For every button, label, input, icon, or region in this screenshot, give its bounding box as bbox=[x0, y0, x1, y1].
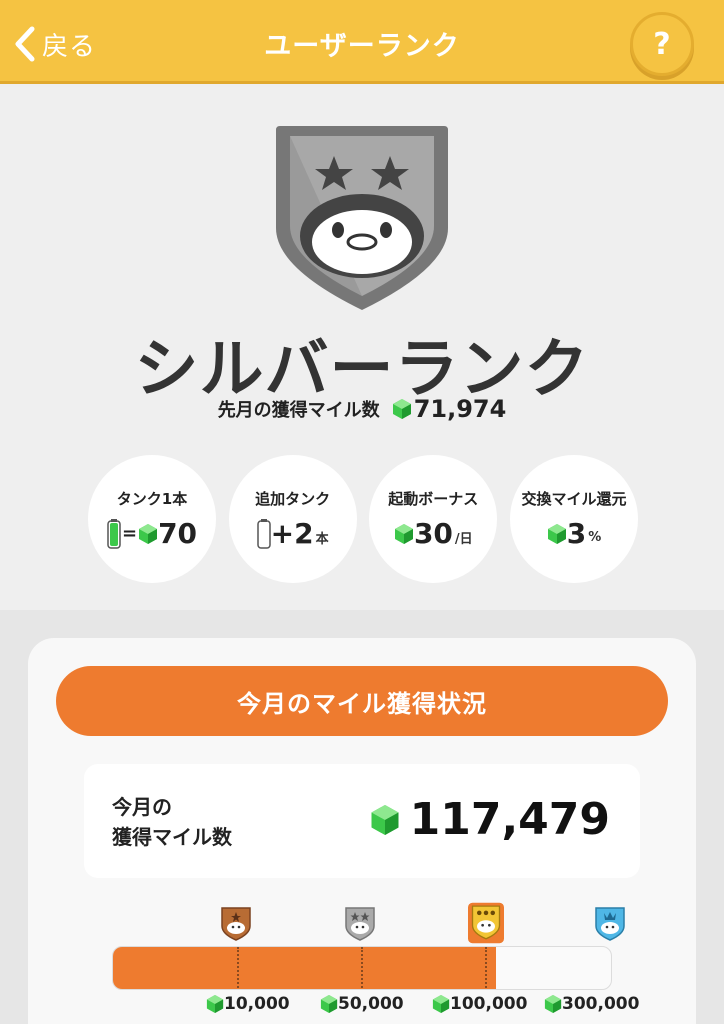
threshold-tick bbox=[485, 947, 487, 989]
gold-rank-icon bbox=[468, 902, 504, 944]
monthly-miles-value: 117,479 bbox=[409, 794, 610, 845]
monthly-miles: 117,479 bbox=[370, 794, 610, 845]
gem-icon bbox=[139, 523, 158, 544]
perk-unit: 本 bbox=[315, 532, 329, 547]
monthly-miles-label-line1: 今月の bbox=[112, 795, 172, 819]
threshold-value: 300,000 bbox=[562, 994, 640, 1014]
last-month-value: 71,974 bbox=[413, 395, 507, 423]
user-rank-screen: 戻る ユーザーランク ? シルバーランク 先月の獲得マイル数 71,974 タン… bbox=[0, 0, 724, 1024]
threshold-label-silver: 50,000 bbox=[320, 994, 404, 1014]
rank-progress-bar bbox=[112, 946, 612, 990]
silver-penguin-badge-icon bbox=[276, 126, 448, 310]
page-title: ユーザーランク bbox=[264, 31, 460, 62]
silver-rank-icon bbox=[345, 907, 375, 941]
header-bar: 戻る ユーザーランク ? bbox=[0, 0, 724, 84]
threshold-label-gold: 100,000 bbox=[432, 994, 527, 1014]
last-month-label: 先月の獲得マイル数 bbox=[217, 400, 380, 421]
perk-unit: % bbox=[588, 530, 602, 545]
gem-icon bbox=[320, 995, 338, 1013]
perk-title: タンク1本 bbox=[116, 490, 188, 508]
equals-sign: = bbox=[121, 523, 138, 544]
threshold-label-platinum: 300,000 bbox=[544, 994, 639, 1014]
threshold-value: 100,000 bbox=[450, 994, 528, 1014]
monthly-miles-label: 今月の 獲得マイル数 bbox=[112, 792, 232, 852]
gem-icon bbox=[394, 523, 413, 544]
threshold-value: 50,000 bbox=[338, 994, 404, 1014]
perk-list: タンク1本 = 70 追加タンク +2 本 起動ボーナス 30 /日 交換マイル… bbox=[88, 455, 638, 585]
threshold-tick bbox=[237, 947, 239, 989]
perk-title: 交換マイル還元 bbox=[521, 490, 627, 508]
gem-icon bbox=[371, 804, 399, 835]
help-button[interactable]: ? bbox=[630, 12, 694, 76]
monthly-miles-label-line2: 獲得マイル数 bbox=[112, 825, 232, 849]
perk-value: 30 bbox=[413, 517, 453, 550]
perk-extra-tank: 追加タンク +2 本 bbox=[228, 455, 357, 583]
perk-value: +2 bbox=[270, 517, 314, 550]
gem-icon bbox=[547, 523, 566, 544]
bronze-rank-icon bbox=[221, 907, 251, 941]
last-month-miles: 先月の獲得マイル数 71,974 bbox=[0, 395, 724, 423]
threshold-label-bronze: 10,000 bbox=[206, 994, 290, 1014]
threshold-value: 10,000 bbox=[224, 994, 290, 1014]
perk-launch-bonus: 起動ボーナス 30 /日 bbox=[369, 455, 498, 583]
monthly-status-button[interactable]: 今月のマイル獲得状況 bbox=[56, 666, 668, 736]
threshold-tick bbox=[361, 947, 363, 989]
platinum-rank-icon bbox=[595, 907, 625, 941]
full-tank-icon bbox=[107, 518, 121, 549]
perk-exchange-rebate: 交換マイル還元 3 % bbox=[509, 455, 638, 583]
rank-progress-fill bbox=[113, 947, 497, 989]
monthly-miles-box: 今月の 獲得マイル数 117,479 bbox=[84, 764, 640, 878]
question-icon: ? bbox=[653, 26, 671, 62]
perk-value: 3 bbox=[566, 517, 587, 550]
gem-icon bbox=[392, 399, 411, 419]
perk-tank-value: タンク1本 = 70 bbox=[88, 455, 216, 583]
gem-icon bbox=[544, 995, 562, 1013]
perk-title: 追加タンク bbox=[255, 490, 331, 508]
perk-title: 起動ボーナス bbox=[388, 490, 479, 508]
gem-icon bbox=[206, 995, 224, 1013]
gem-icon bbox=[432, 995, 450, 1013]
empty-tank-icon bbox=[256, 518, 271, 549]
perk-unit: /日 bbox=[454, 532, 473, 547]
perk-value: 70 bbox=[158, 517, 198, 550]
